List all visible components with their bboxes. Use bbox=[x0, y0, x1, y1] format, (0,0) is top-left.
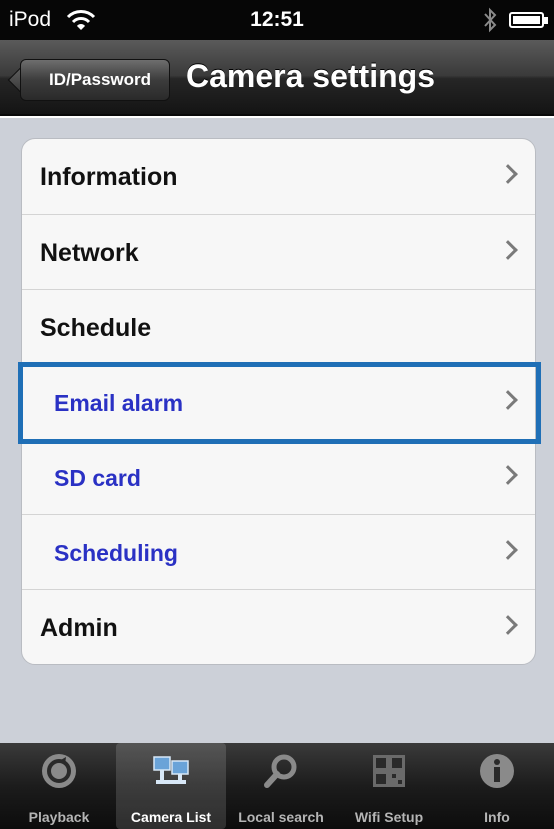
list-item-label: SD card bbox=[54, 465, 141, 491]
playback-icon bbox=[42, 754, 76, 788]
info-icon bbox=[480, 754, 514, 788]
tab-wifi-setup[interactable]: Wifi Setup bbox=[334, 743, 444, 829]
search-icon bbox=[264, 754, 297, 788]
tab-playback[interactable]: Playback bbox=[4, 743, 114, 829]
list-item-label: Network bbox=[40, 239, 139, 267]
tab-label: Playback bbox=[28, 809, 90, 825]
page-title: Camera settings bbox=[186, 58, 435, 94]
chevron-right-icon bbox=[498, 540, 518, 560]
list-item-label: Admin bbox=[40, 614, 118, 642]
list-item-sd-card[interactable]: SD card bbox=[22, 439, 535, 515]
status-bar: iPod 12:51 bbox=[0, 0, 554, 40]
tab-info[interactable]: Info bbox=[442, 743, 552, 829]
list-item-label: Schedule bbox=[40, 314, 152, 342]
list-item-scheduling[interactable]: Scheduling bbox=[22, 514, 535, 590]
chevron-right-icon bbox=[498, 164, 518, 184]
tab-bar: Playback Camera List Local search Wifi S… bbox=[0, 743, 554, 829]
highlight-box bbox=[18, 362, 541, 444]
chevron-right-icon bbox=[498, 240, 518, 260]
qr-code-icon bbox=[373, 755, 405, 787]
list-item-schedule[interactable]: Schedule bbox=[22, 289, 535, 365]
list-item-label: Scheduling bbox=[54, 540, 178, 566]
status-time: 12:51 bbox=[250, 8, 304, 31]
list-item-network[interactable]: Network bbox=[22, 214, 535, 290]
battery-icon bbox=[509, 12, 548, 28]
chevron-right-icon bbox=[498, 465, 518, 485]
tab-local-search[interactable]: Local search bbox=[226, 743, 336, 829]
navigation-bar: ID/Password Camera settings bbox=[0, 40, 554, 116]
bluetooth-icon bbox=[484, 7, 497, 33]
camera-list-icon bbox=[153, 756, 189, 784]
list-item-admin[interactable]: Admin bbox=[22, 589, 535, 664]
tab-label: Info bbox=[484, 809, 510, 825]
list-item-label: Information bbox=[40, 163, 178, 191]
tab-label: Wifi Setup bbox=[354, 809, 424, 825]
tab-label: Camera List bbox=[130, 809, 212, 825]
back-button[interactable]: ID/Password bbox=[20, 59, 170, 101]
chevron-right-icon bbox=[498, 615, 518, 635]
tab-camera-list[interactable]: Camera List bbox=[116, 743, 226, 829]
tab-label: Local search bbox=[238, 809, 324, 825]
list-item-information[interactable]: Information bbox=[22, 139, 535, 215]
